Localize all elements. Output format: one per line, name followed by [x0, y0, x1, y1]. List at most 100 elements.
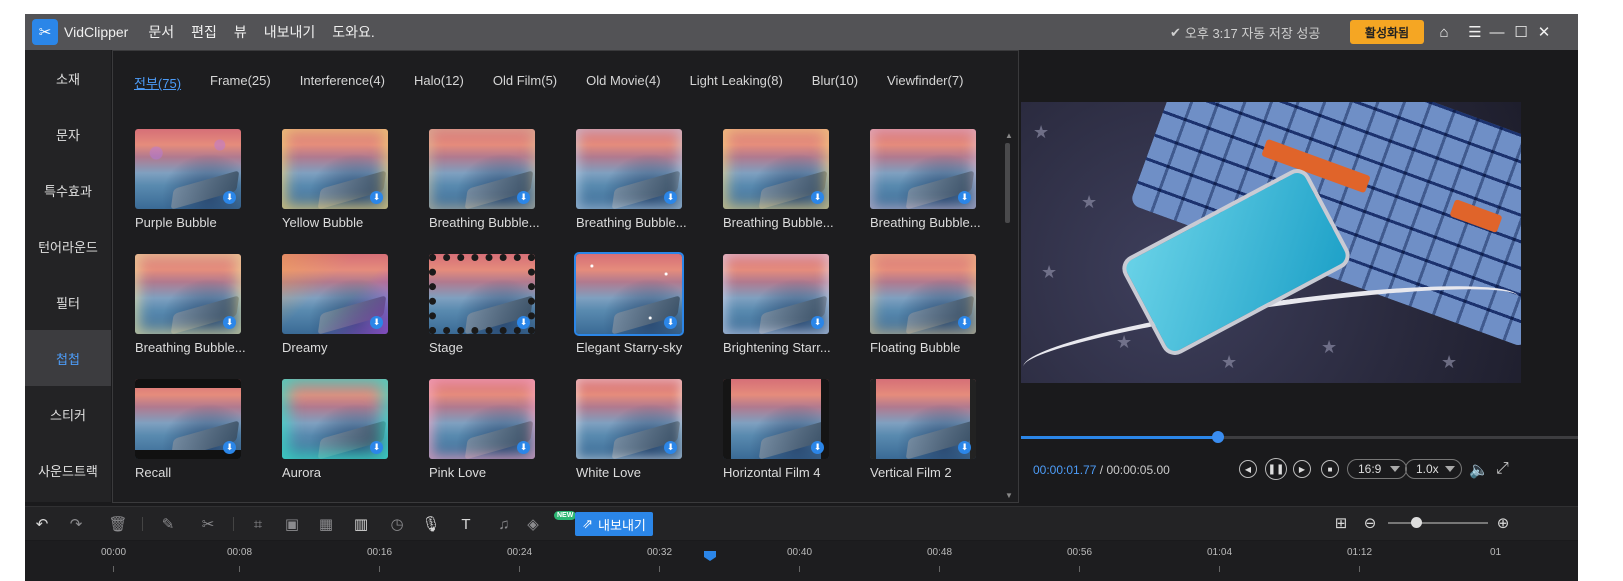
menu-help[interactable]: 도와요. [332, 22, 375, 42]
microphone-icon[interactable]: 🎙 [421, 515, 440, 533]
sidebar-item-filters[interactable]: 필터 [25, 274, 111, 330]
overlay-item[interactable]: ⬇ Recall [135, 379, 255, 480]
menu-edit[interactable]: 편집 [191, 22, 217, 42]
download-icon[interactable]: ⬇ [370, 316, 383, 329]
volume-icon[interactable]: 🔈 [1469, 460, 1489, 480]
download-icon[interactable]: ⬇ [811, 316, 824, 329]
overlay-item[interactable]: ⬇ Breathing Bubble... [429, 129, 549, 230]
menu-export[interactable]: 내보내기 [264, 22, 316, 42]
progress-knob[interactable] [1212, 431, 1225, 443]
export-button[interactable]: ⇗ 내보내기 [575, 512, 653, 536]
overlay-item[interactable]: ⬇ Horizontal Film 4 [723, 379, 843, 480]
overlay-item[interactable]: ⬇ Breathing Bubble... [870, 129, 990, 230]
download-icon[interactable]: ⬇ [664, 191, 677, 204]
overlay-item[interactable]: ⬇ Pink Love [429, 379, 549, 480]
duration-icon[interactable]: ◷ [388, 515, 406, 533]
sidebar-item-overlays[interactable]: 첩첩 [25, 330, 111, 386]
fullscreen-icon[interactable]: ⤢ [1496, 460, 1509, 478]
activate-button[interactable]: 활성화됨 [1350, 20, 1424, 44]
close-icon[interactable]: ✕ [1534, 22, 1554, 42]
sidebar-item-media[interactable]: 소재 [25, 50, 111, 106]
previous-frame-icon[interactable]: ◀ [1239, 460, 1257, 478]
fit-timeline-icon[interactable]: ⊞ [1332, 514, 1350, 532]
playback-progress[interactable] [1021, 431, 1578, 443]
download-icon[interactable]: ⬇ [811, 191, 824, 204]
download-icon[interactable]: ⬇ [223, 191, 236, 204]
tab-old-film[interactable]: Old Film(5) [493, 73, 557, 92]
ai-tool-icon[interactable]: ◈ [524, 515, 542, 533]
tab-frame[interactable]: Frame(25) [210, 73, 271, 92]
text-to-speech-icon[interactable]: T [457, 515, 475, 533]
scroll-down-icon[interactable]: ▼ [1005, 491, 1013, 500]
home-icon[interactable]: ⌂ [1434, 22, 1454, 42]
menu-file[interactable]: 문서 [148, 22, 174, 42]
sidebar-item-transitions[interactable]: 턴어라운드 [25, 218, 111, 274]
scroll-up-icon[interactable]: ▲ [1005, 131, 1013, 140]
overlay-item[interactable]: ⬇ Breathing Bubble... [576, 129, 696, 230]
overlay-item[interactable]: ⬇ Stage [429, 254, 549, 355]
tab-light-leaking[interactable]: Light Leaking(8) [690, 73, 783, 92]
overlay-item[interactable]: ⬇ Breathing Bubble... [723, 129, 843, 230]
download-icon[interactable]: ⬇ [664, 441, 677, 454]
overlay-item[interactable]: ⬇ Brightening Starr... [723, 254, 843, 355]
voice-changer-icon[interactable]: ♫ [495, 515, 513, 533]
minimize-icon[interactable]: — [1487, 22, 1507, 42]
split-icon[interactable]: ✂ [199, 515, 217, 533]
freeze-frame-icon[interactable]: ▦ [317, 515, 335, 533]
edit-icon[interactable]: ✎ [159, 515, 177, 533]
tab-old-movie[interactable]: Old Movie(4) [586, 73, 660, 92]
chart-icon[interactable]: ▥ [352, 515, 370, 533]
menu-icon[interactable]: ☰ [1465, 22, 1485, 42]
sidebar-item-text[interactable]: 문자 [25, 106, 111, 162]
library-scrollbar[interactable]: ▲ ▼ [1005, 131, 1013, 501]
aspect-ratio-select[interactable]: 16:9 [1347, 459, 1407, 479]
stop-icon[interactable]: ■ [1321, 460, 1339, 478]
overlay-item[interactable]: ⬇ Floating Bubble [870, 254, 990, 355]
download-icon[interactable]: ⬇ [664, 316, 677, 329]
download-icon[interactable]: ⬇ [958, 316, 971, 329]
sidebar-item-effects[interactable]: 특수효과 [25, 162, 111, 218]
sidebar-item-stickers[interactable]: 스티커 [25, 386, 111, 442]
redo-icon[interactable]: ↷ [67, 515, 85, 533]
overlay-item[interactable]: ⬇ Yellow Bubble [282, 129, 402, 230]
overlay-item[interactable]: ⬇ Aurora [282, 379, 402, 480]
tab-halo[interactable]: Halo(12) [414, 73, 464, 92]
mosaic-icon[interactable]: ▣ [283, 515, 301, 533]
timeline-ruler[interactable]: 00:00 00:08 00:16 00:24 00:32 00:40 00:4… [25, 541, 1578, 581]
next-frame-icon[interactable]: ▶ [1293, 460, 1311, 478]
tab-blur[interactable]: Blur(10) [812, 73, 858, 92]
download-icon[interactable]: ⬇ [811, 441, 824, 454]
overlay-item[interactable]: ⬇ White Love [576, 379, 696, 480]
download-icon[interactable]: ⬇ [223, 441, 236, 454]
tab-viewfinder[interactable]: Viewfinder(7) [887, 73, 963, 92]
download-icon[interactable]: ⬇ [958, 441, 971, 454]
scroll-thumb[interactable] [1005, 143, 1010, 223]
zoom-out-icon[interactable]: ⊖ [1361, 514, 1379, 532]
delete-icon[interactable]: 🗑 [108, 515, 127, 533]
download-icon[interactable]: ⬇ [517, 441, 530, 454]
overlay-item[interactable]: ⬇ Breathing Bubble... [135, 254, 255, 355]
zoom-knob[interactable] [1411, 517, 1422, 528]
overlay-item[interactable]: ⬇ Vertical Film 2 [870, 379, 990, 480]
zoom-in-icon[interactable]: ⊕ [1494, 514, 1512, 532]
download-icon[interactable]: ⬇ [517, 191, 530, 204]
download-icon[interactable]: ⬇ [517, 316, 530, 329]
tab-interference[interactable]: Interference(4) [300, 73, 385, 92]
download-icon[interactable]: ⬇ [958, 191, 971, 204]
overlay-item[interactable]: ⬇ Elegant Starry-sky [574, 252, 696, 355]
maximize-icon[interactable]: ☐ [1511, 22, 1531, 42]
download-icon[interactable]: ⬇ [370, 441, 383, 454]
overlay-item[interactable]: ⬇ Dreamy [282, 254, 402, 355]
pause-icon[interactable]: ❚❚ [1265, 458, 1287, 480]
crop-icon[interactable]: ⌗ [249, 515, 267, 533]
speed-select[interactable]: 1.0x [1405, 459, 1462, 479]
undo-icon[interactable]: ↶ [33, 515, 51, 533]
menu-view[interactable]: 뷰 [234, 22, 247, 42]
tab-all[interactable]: 전부(75) [134, 73, 181, 92]
overlay-item[interactable]: ⬇ Purple Bubble [135, 129, 255, 230]
sidebar-item-soundtrack[interactable]: 사운드트랙 [25, 442, 111, 498]
download-icon[interactable]: ⬇ [223, 316, 236, 329]
video-preview[interactable]: ★ ★ ★ ★ ★ ★ ★ [1021, 102, 1521, 383]
zoom-slider[interactable] [1388, 517, 1488, 528]
download-icon[interactable]: ⬇ [370, 191, 383, 204]
